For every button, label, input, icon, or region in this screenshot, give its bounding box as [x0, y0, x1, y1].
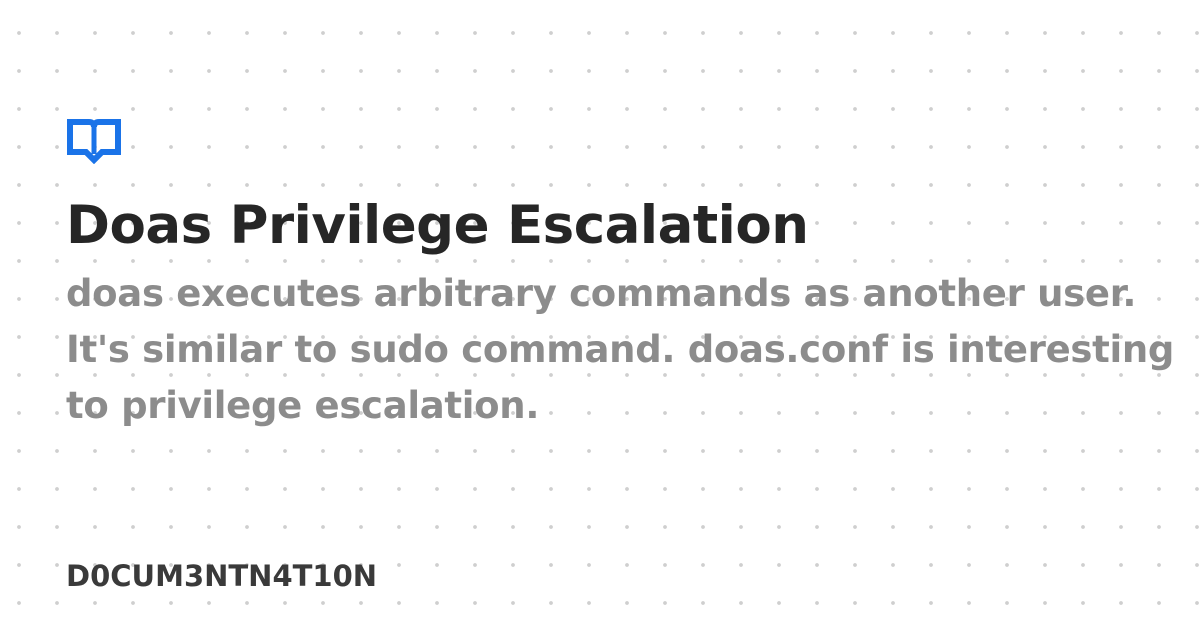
page-description: doas executes arbitrary commands as anot… [66, 272, 1175, 427]
open-book-icon [67, 119, 121, 164]
social-card: Doas Privilege Escalation doas executes … [66, 118, 1176, 434]
page-title: Doas Privilege Escalation [66, 195, 809, 256]
site-name: D0CUM3NTN4T10N [66, 559, 378, 593]
